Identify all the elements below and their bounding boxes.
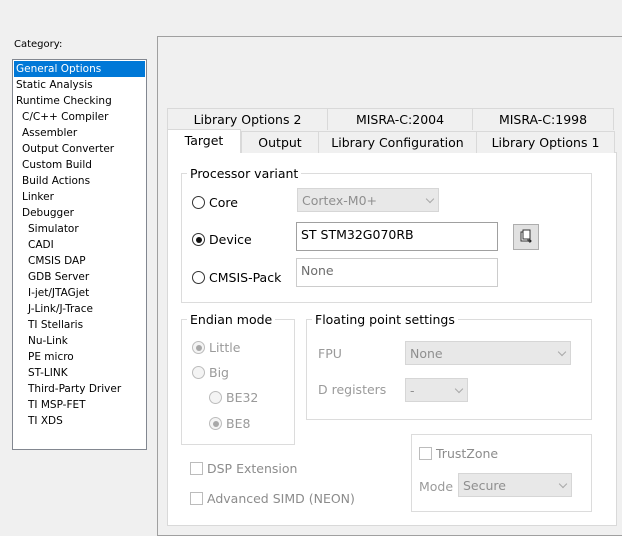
cmsis-pack-radio[interactable]: CMSIS-Pack (192, 270, 281, 285)
trustzone-mode-select: Secure (458, 473, 572, 497)
category-item[interactable]: Static Analysis (14, 77, 145, 93)
category-list[interactable]: General Options Static Analysis Runtime Ch… (12, 59, 147, 450)
device-radio-label: Device (209, 232, 252, 247)
chevron-down-icon (422, 189, 438, 211)
fpu-label: FPU (318, 346, 342, 361)
category-item[interactable]: Nu-Link (14, 333, 145, 349)
endian-big-radio: Big (192, 365, 229, 380)
category-item[interactable]: Runtime Checking (14, 93, 145, 109)
core-radio-label: Core (209, 195, 238, 210)
cmsis-pack-field: None (296, 258, 498, 287)
cmsis-pack-radio-label: CMSIS-Pack (209, 270, 282, 285)
core-select-value: Cortex-M0+ (302, 192, 378, 208)
category-item[interactable]: CMSIS DAP (14, 253, 145, 269)
chevron-down-icon (554, 342, 570, 364)
endian-be8-radio: BE8 (209, 416, 250, 431)
category-item[interactable]: C/C++ Compiler (14, 109, 145, 125)
category-item[interactable]: Linker (14, 189, 145, 205)
tab-misra-c-1998[interactable]: MISRA-C:1998 (472, 108, 614, 130)
tab-output[interactable]: Output (241, 131, 319, 153)
device-radio[interactable]: Device (192, 232, 252, 247)
device-field[interactable]: ST STM32G070RB (296, 222, 498, 251)
tab-misra-c-2004[interactable]: MISRA-C:2004 (327, 108, 473, 130)
category-item[interactable]: Debugger (14, 205, 145, 221)
category-label: Category: (14, 39, 63, 50)
category-item[interactable]: General Options (14, 61, 145, 77)
tab-target[interactable]: Target (167, 129, 241, 153)
d-registers-label: D registers (318, 382, 387, 397)
trustzone-label: TrustZone (436, 446, 499, 461)
category-item[interactable]: PE micro (14, 349, 145, 365)
device-browse-icon (520, 229, 532, 243)
device-browse-button[interactable] (513, 224, 539, 250)
dsp-extension-label: DSP Extension (207, 461, 298, 476)
category-item[interactable]: J-Link/J-Trace (14, 301, 145, 317)
checkbox-icon (190, 462, 203, 475)
endian-big-label: Big (209, 365, 229, 380)
trustzone-mode-label: Mode (419, 479, 454, 494)
tab-library-options-2[interactable]: Library Options 2 (167, 108, 328, 130)
processor-variant-title: Processor variant (190, 166, 299, 181)
category-item[interactable]: TI XDS (14, 413, 145, 429)
radio-off-icon (209, 391, 222, 404)
advanced-simd-checkbox: Advanced SIMD (NEON) (190, 491, 355, 506)
category-item[interactable]: ST-LINK (14, 365, 145, 381)
endian-little-radio: Little (192, 340, 240, 355)
category-item[interactable]: Custom Build (14, 157, 145, 173)
radio-off-icon (192, 196, 205, 209)
category-item[interactable]: Third-Party Driver (14, 381, 145, 397)
category-item[interactable]: Build Actions (14, 173, 145, 189)
tab-library-configuration[interactable]: Library Configuration (318, 131, 477, 153)
radio-on-icon (209, 417, 222, 430)
trustzone-checkbox: TrustZone (419, 446, 498, 461)
floating-point-group: Floating point settings (306, 312, 592, 420)
category-item[interactable]: Simulator (14, 221, 145, 237)
endian-be8-label: BE8 (226, 416, 251, 431)
radio-off-icon (192, 366, 205, 379)
endian-be32-label: BE32 (226, 390, 259, 405)
category-item[interactable]: Output Converter (14, 141, 145, 157)
category-item[interactable]: TI Stellaris (14, 317, 145, 333)
category-item[interactable]: Assembler (14, 125, 145, 141)
d-registers-value: - (410, 382, 415, 398)
category-item[interactable]: TI MSP-FET (14, 397, 145, 413)
category-item[interactable]: I-jet/JTAGjet (14, 285, 145, 301)
core-select: Cortex-M0+ (297, 188, 439, 212)
checkbox-icon (419, 447, 432, 460)
floating-point-title: Floating point settings (315, 312, 455, 327)
endian-mode-title: Endian mode (190, 312, 273, 327)
checkbox-icon (190, 492, 203, 505)
radio-off-icon (192, 271, 205, 284)
category-item[interactable]: CADI (14, 237, 145, 253)
chevron-down-icon (555, 474, 571, 496)
category-item[interactable]: GDB Server (14, 269, 145, 285)
radio-on-icon (192, 233, 205, 246)
fpu-select: None (405, 341, 571, 365)
chevron-down-icon (451, 379, 467, 401)
radio-on-icon (192, 341, 205, 354)
core-radio[interactable]: Core (192, 195, 238, 210)
fpu-select-value: None (410, 345, 443, 361)
dsp-extension-checkbox: DSP Extension (190, 461, 297, 476)
advanced-simd-label: Advanced SIMD (NEON) (207, 491, 355, 506)
trustzone-mode-value: Secure (463, 477, 506, 493)
d-registers-select: - (405, 378, 468, 402)
tab-library-options-1[interactable]: Library Options 1 (476, 131, 615, 153)
endian-be32-radio: BE32 (209, 390, 258, 405)
endian-little-label: Little (209, 340, 241, 355)
